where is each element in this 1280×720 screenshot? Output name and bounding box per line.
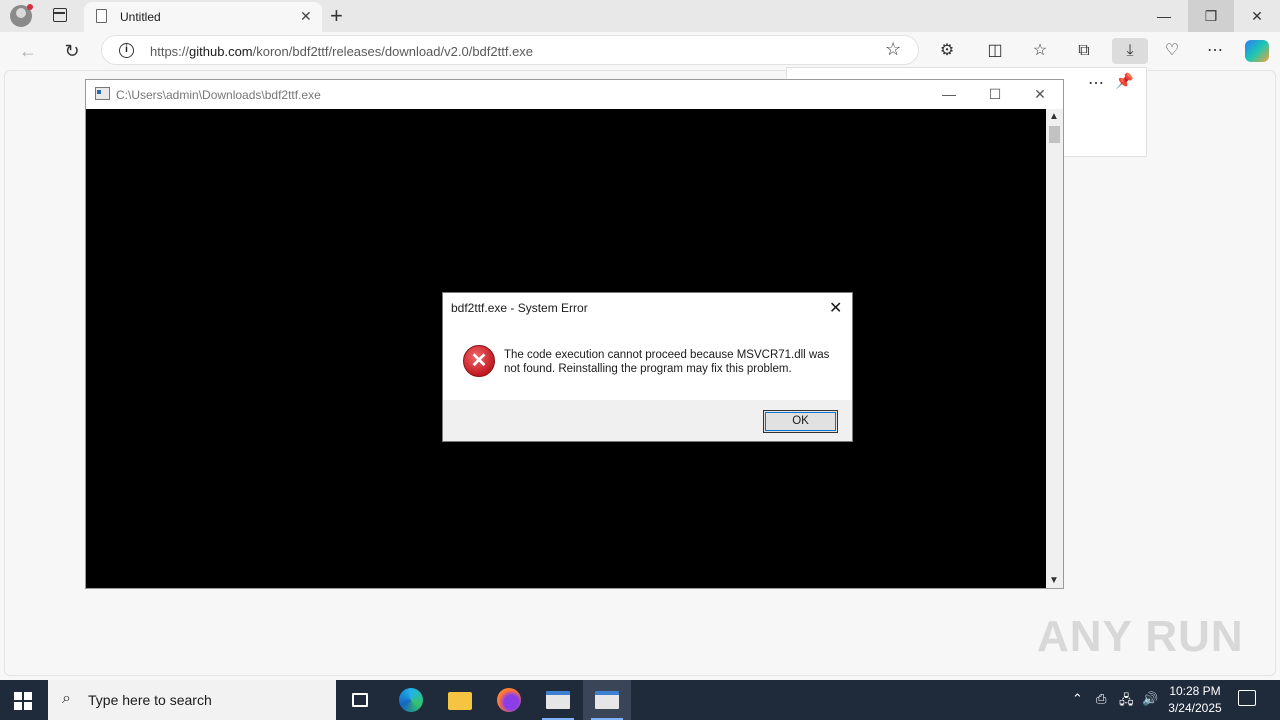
- anyrun-watermark: ANY RUN: [1037, 612, 1244, 661]
- taskbar: ⌕ Type here to search ⌃ ⎙ 🖧 🔊 10:28 PM 3…: [0, 680, 1280, 720]
- network-icon[interactable]: 🖧: [1119, 691, 1134, 713]
- console-maximize-button[interactable]: ☐: [972, 80, 1018, 109]
- back-button[interactable]: ←: [14, 38, 42, 64]
- scroll-thumb[interactable]: [1049, 126, 1060, 143]
- tab-untitled[interactable]: Untitled ✕: [84, 2, 322, 32]
- taskbar-firefox[interactable]: [485, 680, 533, 720]
- taskbar-file-explorer[interactable]: [436, 680, 484, 720]
- new-tab-button[interactable]: +: [330, 3, 343, 29]
- taskbar-clock[interactable]: 10:28 PM 3/24/2025: [1163, 683, 1227, 717]
- pin-icon[interactable]: 📌: [1115, 72, 1134, 90]
- split-screen-icon[interactable]: ◫: [980, 38, 1010, 64]
- browser-close-button[interactable]: ✕: [1234, 0, 1280, 32]
- search-icon: ⌕: [62, 690, 71, 707]
- browser-minimize-button[interactable]: —: [1141, 0, 1187, 32]
- taskbar-edge[interactable]: [387, 680, 435, 720]
- volume-icon[interactable]: 🔊: [1142, 691, 1158, 707]
- console-scrollbar[interactable]: ▲ ▼: [1046, 109, 1063, 588]
- error-message: The code execution cannot proceed becaus…: [504, 349, 830, 375]
- folder-icon: [448, 692, 472, 710]
- dialog-footer: OK: [443, 400, 852, 441]
- extensions-icon[interactable]: ⚙: [932, 38, 962, 64]
- site-info-icon[interactable]: i: [119, 43, 134, 58]
- window-app-icon: [546, 691, 570, 709]
- favorite-star-icon[interactable]: ☆: [885, 39, 901, 60]
- taskbar-app-window[interactable]: [534, 680, 582, 720]
- taskbar-search[interactable]: ⌕ Type here to search: [48, 680, 336, 720]
- refresh-button[interactable]: ↻: [58, 38, 86, 64]
- search-placeholder: Type here to search: [88, 692, 212, 708]
- error-icon: ✕: [463, 345, 495, 377]
- downloads-icon[interactable]: ⤓: [1112, 38, 1148, 64]
- dialog-title: bdf2ttf.exe - System Error: [451, 301, 588, 315]
- console-title: C:\Users\admin\Downloads\bdf2ttf.exe: [116, 88, 321, 102]
- scroll-up-icon[interactable]: ▲: [1049, 111, 1059, 122]
- collections-icon[interactable]: ⧉: [1069, 38, 1099, 64]
- console-close-button[interactable]: ✕: [1017, 80, 1063, 109]
- edge-icon: [399, 688, 423, 712]
- copilot-icon[interactable]: [1245, 40, 1269, 62]
- tab-title: Untitled: [120, 10, 161, 24]
- task-view-button[interactable]: [336, 680, 384, 720]
- clock-time: 10:28 PM: [1169, 684, 1221, 698]
- scroll-down-icon[interactable]: ▼: [1049, 575, 1059, 586]
- clock-date: 3/24/2025: [1168, 701, 1222, 715]
- url-text[interactable]: https://github.com/koron/bdf2ttf/release…: [150, 44, 533, 59]
- tab-actions-icon[interactable]: [53, 8, 67, 22]
- notifications-icon[interactable]: [1238, 690, 1256, 706]
- downloads-more-icon[interactable]: ⋯: [1088, 73, 1104, 93]
- console-minimize-button[interactable]: —: [926, 80, 972, 109]
- windows-start-icon[interactable]: [14, 692, 32, 710]
- browser-restore-button[interactable]: ❐: [1188, 0, 1234, 32]
- dialog-close-button[interactable]: ✕: [829, 298, 842, 318]
- page-icon: [96, 9, 107, 23]
- address-bar[interactable]: i https://github.com/koron/bdf2ttf/relea…: [101, 35, 919, 65]
- taskbar-console-window[interactable]: [583, 680, 631, 720]
- console-titlebar[interactable]: C:\Users\admin\Downloads\bdf2ttf.exe — ☐…: [86, 80, 1063, 109]
- task-view-icon: [352, 693, 368, 707]
- browser-tab-bar: Untitled ✕ + — ❐ ✕: [0, 0, 1280, 32]
- favorites-icon[interactable]: ☆: [1025, 38, 1055, 64]
- browser-toolbar: ← ↻ i https://github.com/koron/bdf2ttf/r…: [0, 32, 1280, 70]
- system-error-dialog: bdf2ttf.exe - System Error ✕ ✕ The code …: [442, 292, 853, 442]
- ok-button[interactable]: OK: [763, 410, 838, 433]
- settings-more-icon[interactable]: ⋯: [1200, 38, 1230, 64]
- console-app-taskbar-icon: [595, 691, 619, 709]
- tab-close-icon[interactable]: ✕: [300, 8, 312, 25]
- firefox-icon: [497, 688, 521, 712]
- tray-overflow-icon[interactable]: ⌃: [1072, 691, 1083, 707]
- console-app-icon: [95, 87, 110, 100]
- profile-notification-dot: [27, 4, 33, 10]
- tray-device-icon[interactable]: ⎙: [1096, 691, 1106, 707]
- browser-essentials-icon[interactable]: ♡: [1157, 38, 1187, 64]
